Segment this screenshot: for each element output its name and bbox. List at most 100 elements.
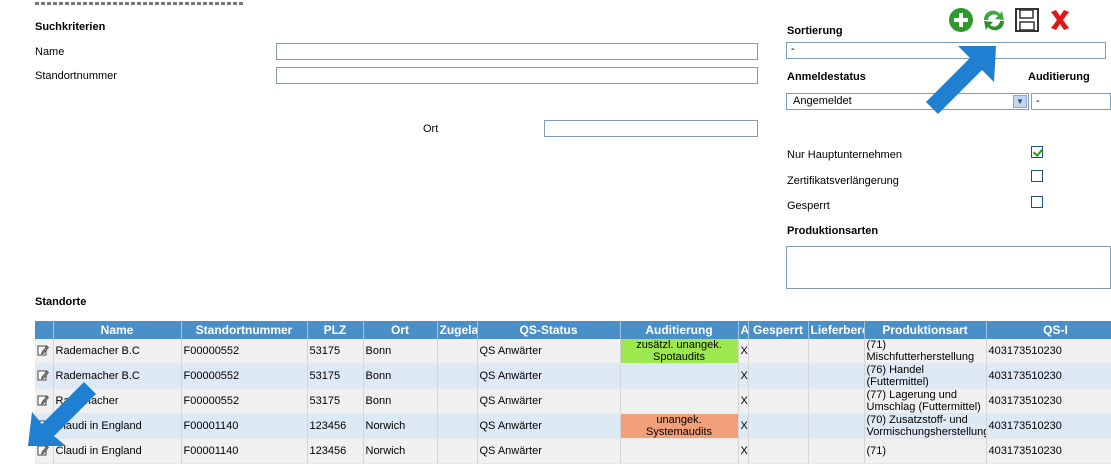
column-header[interactable]: Gesperrt xyxy=(748,321,809,339)
table-header-row: Name Standortnummer PLZ Ort Zugela QS-St… xyxy=(35,321,1111,339)
cell-qs-id: 403173510230 xyxy=(986,339,1111,364)
search-heading: Suchkriterien xyxy=(35,21,106,33)
cell-produktionsart: (77) Lagerung und Umschlag (Futtermittel… xyxy=(864,388,987,414)
column-header[interactable]: Name xyxy=(53,321,182,339)
truncated-top-text xyxy=(35,0,255,6)
anmeldestatus-label: Anmeldestatus xyxy=(787,71,866,83)
cell-qs-id: 403173510230 xyxy=(986,413,1111,439)
cell-gesperrt xyxy=(748,339,809,364)
standorte-table: Name Standortnummer PLZ Ort Zugela QS-St… xyxy=(35,321,1111,464)
standorte-heading: Standorte xyxy=(35,296,87,308)
cell-lieferbere xyxy=(808,388,865,414)
edit-icon[interactable] xyxy=(37,344,49,356)
annotation-arrow-icon xyxy=(22,372,102,455)
cell-zugela xyxy=(437,413,478,439)
cell-plz: 53175 xyxy=(307,388,364,414)
table-row[interactable]: Rademacher B.C F00000552 53175 Bonn QS Anwär… xyxy=(35,339,1111,364)
standortnummer-label: Standortnummer xyxy=(35,70,117,82)
table-row[interactable]: Claudi in England F00001140 123456 Norwich Q… xyxy=(35,438,1111,464)
cell-standortnummer: F00000552 xyxy=(181,388,308,414)
column-header[interactable]: Auditierung xyxy=(620,321,739,339)
cell-qs-status: QS Anwärter xyxy=(477,438,621,464)
cell-zugela xyxy=(437,363,478,389)
delete-icon[interactable] xyxy=(1046,6,1074,34)
produktionsarten-list[interactable] xyxy=(786,246,1111,289)
cell-zugela xyxy=(437,339,478,364)
cell-lieferbere xyxy=(808,438,865,464)
column-header[interactable]: QS-Status xyxy=(477,321,621,339)
name-input[interactable] xyxy=(276,43,758,60)
cell-produktionsart: (76) Handel (Futtermittel) xyxy=(864,363,987,389)
annotation-arrow-icon xyxy=(918,42,1000,127)
cell-auditierung xyxy=(620,438,739,464)
cell-gesperrt xyxy=(748,363,809,389)
cell-standortnummer: F00001140 xyxy=(181,413,308,439)
cell-name: Rademacher B.C xyxy=(53,339,182,364)
column-header[interactable] xyxy=(35,321,54,339)
cell-auditierung: unangek. Systemaudits xyxy=(620,413,739,439)
edit-cell[interactable] xyxy=(35,339,54,364)
cell-ort: Bonn xyxy=(363,363,438,389)
sortierung-label: Sortierung xyxy=(787,25,843,37)
zertifikatsverlaengerung-checkbox[interactable] xyxy=(1031,170,1043,182)
nur-hauptunternehmen-checkbox[interactable] xyxy=(1031,146,1043,158)
add-icon[interactable] xyxy=(948,6,976,34)
cell-ort: Norwich xyxy=(363,438,438,464)
cell-qs-status: QS Anwärter xyxy=(477,413,621,439)
column-header[interactable]: A xyxy=(738,321,749,339)
gesperrt-checkbox[interactable] xyxy=(1031,196,1043,208)
column-header[interactable]: Ort xyxy=(363,321,438,339)
cell-plz: 53175 xyxy=(307,339,364,364)
cell-plz: 123456 xyxy=(307,438,364,464)
cell-qs-id: 403173510230 xyxy=(986,438,1111,464)
cell-auditierung xyxy=(620,363,739,389)
column-header[interactable]: Zugela xyxy=(437,321,478,339)
cell-a: X xyxy=(738,413,749,439)
cell-plz: 53175 xyxy=(307,363,364,389)
produktionsarten-label: Produktionsarten xyxy=(787,225,879,237)
auditierung-select[interactable]: - xyxy=(1031,93,1111,110)
name-label: Name xyxy=(35,46,65,58)
cell-auditierung xyxy=(620,388,739,414)
refresh-icon[interactable] xyxy=(980,6,1008,34)
column-header[interactable]: Lieferbere xyxy=(808,321,865,339)
cell-standortnummer: F00001140 xyxy=(181,438,308,464)
cell-zugela xyxy=(437,438,478,464)
cell-lieferbere xyxy=(808,339,865,364)
cell-qs-status: QS Anwärter xyxy=(477,388,621,414)
cell-qs-status: QS Anwärter xyxy=(477,363,621,389)
cell-gesperrt xyxy=(748,413,809,439)
cell-a: X xyxy=(738,339,749,364)
gesperrt-label: Gesperrt xyxy=(787,200,830,212)
cell-produktionsart: (70) Zusatzstoff- und Vormischungsherste… xyxy=(864,413,987,439)
cell-ort: Bonn xyxy=(363,339,438,364)
table-row[interactable]: Rademacher B.C F00000552 53175 Bonn QS Anwär… xyxy=(35,363,1111,389)
table-row[interactable]: RademacherF0000055253175BonnQS AnwärterX… xyxy=(35,388,1111,414)
column-header[interactable]: Produktionsart xyxy=(864,321,987,339)
save-icon[interactable] xyxy=(1013,6,1041,34)
standortnummer-input[interactable] xyxy=(276,67,758,84)
column-header[interactable]: PLZ xyxy=(307,321,364,339)
chevron-down-icon[interactable]: ▼ xyxy=(1013,95,1027,108)
cell-gesperrt xyxy=(748,388,809,414)
cell-a: X xyxy=(738,363,749,389)
cell-gesperrt xyxy=(748,438,809,464)
cell-ort: Norwich xyxy=(363,413,438,439)
cell-qs-id: 403173510230 xyxy=(986,388,1111,414)
ort-input[interactable] xyxy=(544,120,758,137)
cell-ort: Bonn xyxy=(363,388,438,414)
cell-qs-status: QS Anwärter xyxy=(477,339,621,364)
table-row[interactable]: Claudi in England F00001140 123456 Norwich Q… xyxy=(35,413,1111,439)
column-header[interactable]: Standortnummer xyxy=(181,321,308,339)
cell-standortnummer: F00000552 xyxy=(181,363,308,389)
cell-zugela xyxy=(437,388,478,414)
cell-standortnummer: F00000552 xyxy=(181,339,308,364)
cell-a: X xyxy=(738,388,749,414)
column-header[interactable]: QS-I xyxy=(986,321,1111,339)
cell-lieferbere xyxy=(808,413,865,439)
cell-produktionsart: (71) xyxy=(864,438,987,464)
cell-plz: 123456 xyxy=(307,413,364,439)
nur-hauptunternehmen-label: Nur Hauptunternehmen xyxy=(787,149,902,161)
zertifikatsverlaengerung-label: Zertifikatsverlängerung xyxy=(787,175,899,187)
cell-qs-id: 403173510230 xyxy=(986,363,1111,389)
